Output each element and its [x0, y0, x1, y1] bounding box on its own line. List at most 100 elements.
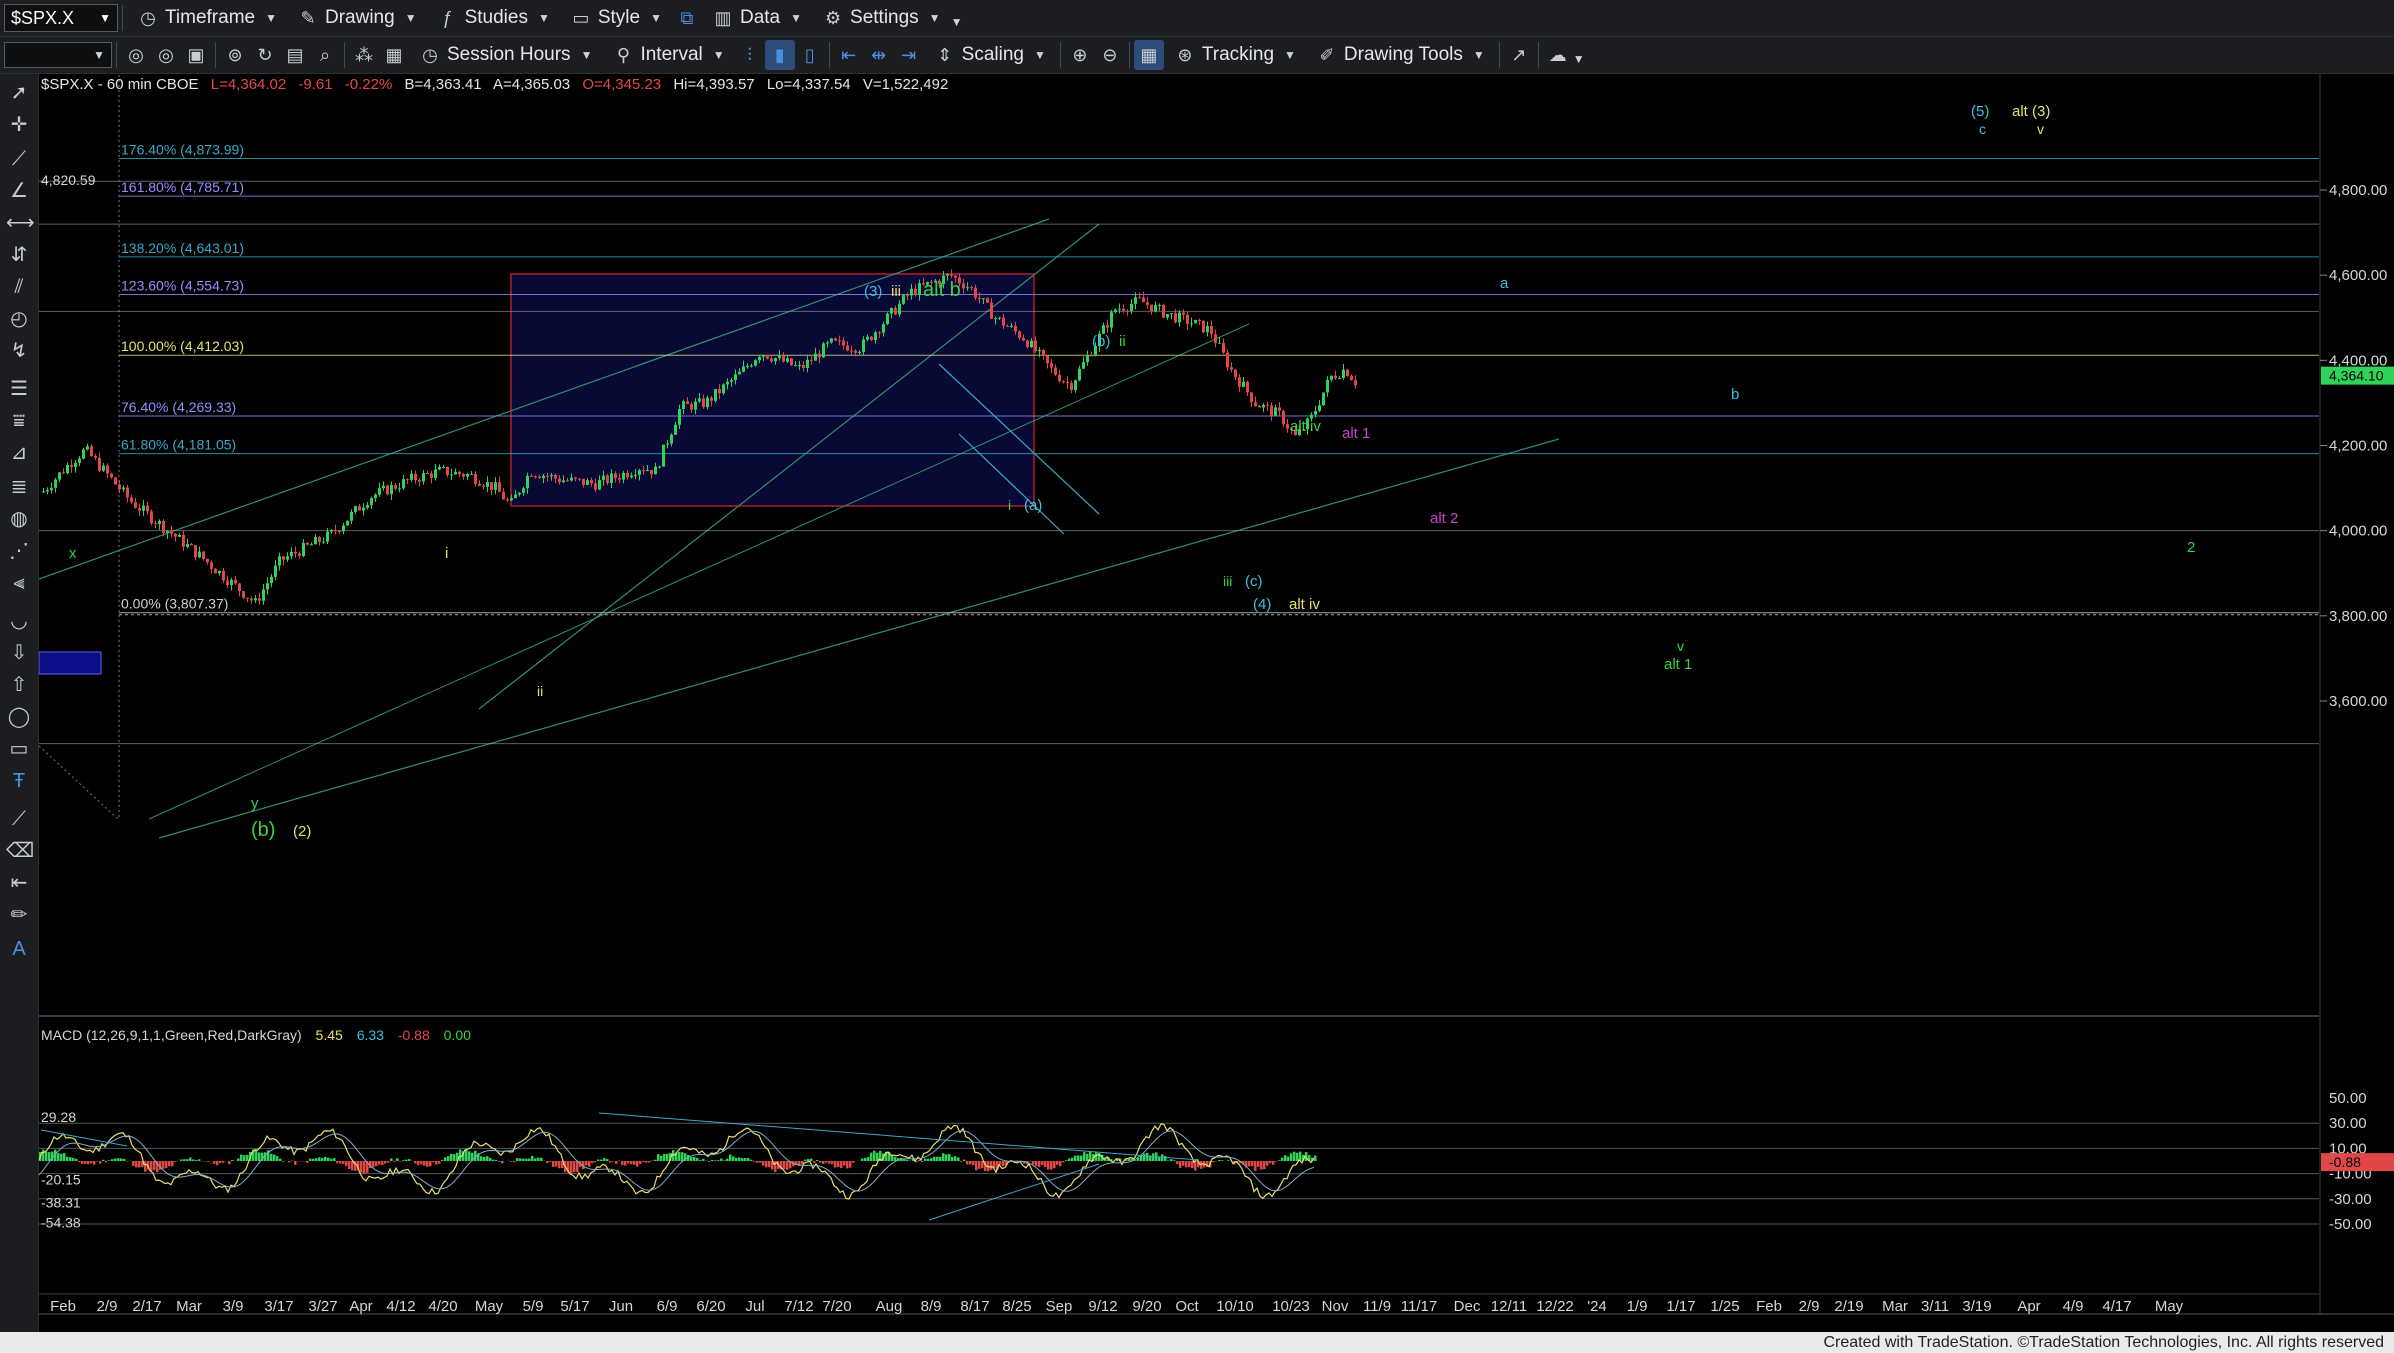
highlighter-tool-icon[interactable]: ✏ [6, 902, 32, 928]
fib-extension-tool-icon[interactable]: ⩸ [6, 408, 32, 434]
small-box-drawing[interactable] [39, 651, 102, 675]
candle-body [750, 365, 753, 367]
save-button[interactable]: ▤ [280, 40, 310, 70]
regression-tool-icon[interactable]: ↯ [6, 338, 32, 364]
erase-tool-icon[interactable]: ⌫ [6, 838, 34, 864]
candle-body [354, 506, 357, 512]
window-button[interactable]: ▣ [181, 40, 211, 70]
link-button[interactable]: ⊚ [220, 40, 250, 70]
timeframe-menu[interactable]: ◷ Timeframe ▼ [127, 3, 287, 33]
chart-area[interactable]: $SPX.X - 60 min CBOE L=4,364.02 -9.61 -0… [39, 74, 2394, 1332]
session-hours-menu[interactable]: ◷ Session Hours ▼ [409, 40, 602, 70]
search-button[interactable]: ⌕ [310, 40, 340, 70]
drawing-tools-menu[interactable]: ✐ Drawing Tools ▼ [1306, 40, 1495, 70]
zoom-out-button[interactable]: ⊖ [1095, 40, 1125, 70]
candle-body [374, 494, 377, 499]
candle-body [490, 481, 493, 491]
zoom-reset-button[interactable]: ◎ [121, 40, 151, 70]
link-selector[interactable]: ▼ [4, 42, 112, 68]
macd-histogram-bar [135, 1161, 138, 1168]
macd-histogram-bar [936, 1156, 939, 1161]
hollow-candle-button[interactable]: ▯ [795, 40, 825, 70]
crosshair-tool-icon[interactable]: ✛ [6, 112, 32, 138]
drawing-menu[interactable]: ✎ Drawing ▼ [287, 3, 427, 33]
macd-histogram-bar [972, 1161, 975, 1166]
trendline-tool-icon[interactable]: ⟋ [6, 146, 32, 172]
tracking-menu[interactable]: ⊛ Tracking ▼ [1164, 40, 1306, 70]
levels-tool-icon[interactable]: ≣ [6, 474, 32, 500]
candle-body [1342, 369, 1345, 378]
compress-button[interactable]: ⇹ [864, 40, 894, 70]
scroll-left-button[interactable]: ⇤ [834, 40, 864, 70]
grid-button[interactable]: ▦ [1133, 40, 1164, 70]
wave-label: i [1008, 497, 1011, 513]
data-menu[interactable]: ▥ Data ▼ [702, 3, 812, 33]
candle-body [106, 465, 109, 474]
overflow-caret-icon[interactable]: ▼ [951, 15, 963, 29]
speed-lines-tool-icon[interactable]: ◴ [6, 306, 32, 332]
pitchfork-tool-icon[interactable]: ⫷ [6, 570, 32, 596]
arc-tool-icon[interactable]: ◡ [6, 608, 32, 634]
studies-menu[interactable]: ƒ Studies ▼ [427, 3, 560, 33]
time-axis-label: 4/17 [2102, 1298, 2131, 1315]
macd-histogram-bar [330, 1158, 333, 1161]
time-axis-label: Feb [50, 1298, 76, 1315]
cycle-tool-icon[interactable]: ◍ [6, 506, 32, 532]
macd-histogram-bar [657, 1154, 660, 1161]
time-axis-label: Aug [876, 1298, 903, 1315]
candle-body [726, 381, 729, 385]
macd-histogram-bar [453, 1154, 456, 1161]
caret-down-icon[interactable]: ▼ [1573, 52, 1585, 66]
time-axis-label: May [475, 1298, 504, 1315]
interval-menu[interactable]: ⚲ Interval ▼ [602, 40, 734, 70]
line-tool-icon[interactable]: ⟋ [6, 806, 32, 832]
macd-histogram-bar [591, 1161, 594, 1164]
macd-histogram-bar [1263, 1161, 1266, 1170]
zoom-toggle-button[interactable]: ◎ [151, 40, 181, 70]
scaling-menu[interactable]: ⇕ Scaling ▼ [924, 40, 1056, 70]
ray-tool-icon[interactable]: ∠ [6, 178, 32, 204]
rectangle-tool-icon[interactable]: ▭ [6, 736, 32, 762]
highlight-box[interactable] [510, 273, 1035, 507]
macd-histogram-bar [1287, 1156, 1290, 1161]
fibonacci-tool-icon[interactable]: ☰ [6, 376, 32, 402]
wave-label: (b) [1092, 333, 1110, 350]
andrews-tool-icon[interactable]: ⋰ [6, 538, 32, 564]
pointer-tool-icon[interactable]: ➚ [6, 80, 32, 106]
candle-body [302, 542, 305, 557]
symbol-input[interactable]: $SPX.X ▼ [4, 4, 118, 32]
candle-body [646, 470, 649, 472]
arrow-up-tool-icon[interactable]: ⇧ [6, 672, 32, 698]
candle-body [422, 472, 425, 482]
settings-menu[interactable]: ⚙ Settings ▼ [812, 3, 951, 33]
macd-histogram-bar [405, 1159, 408, 1161]
horizontal-line-tool-icon[interactable]: ⟷ [6, 210, 35, 236]
refresh-button[interactable]: ↻ [250, 40, 280, 70]
export-button[interactable]: ↗ [1504, 40, 1534, 70]
refresh-icon: ↻ [257, 45, 273, 65]
bar-chart-button[interactable]: ⫶ [735, 40, 765, 70]
zoom-in-button[interactable]: ⊕ [1065, 40, 1095, 70]
macd-histogram-bar [546, 1161, 549, 1164]
candle-body [266, 583, 269, 590]
chat-button[interactable]: ☁ [1543, 40, 1573, 70]
format-button[interactable]: ▦ [379, 40, 409, 70]
macd-histogram-bar [873, 1150, 876, 1161]
arrow-down-tool-icon[interactable]: ⇩ [6, 640, 32, 666]
gann-tool-icon[interactable]: ⊿ [6, 440, 32, 466]
candlestick-button[interactable]: ▮ [764, 40, 795, 70]
candle-body [850, 350, 853, 352]
text-tool-icon[interactable]: Ŧ [6, 768, 32, 794]
style-menu[interactable]: ▭ Style ▼ [560, 3, 672, 33]
expand-button[interactable]: ⇥ [894, 40, 924, 70]
ellipse-tool-icon[interactable]: ◯ [6, 704, 32, 730]
macd-histogram-bar [723, 1160, 726, 1161]
channel-tool-icon[interactable]: ⫽ [6, 274, 32, 300]
macd-histogram-bar [807, 1158, 810, 1161]
layout-toggle-button[interactable]: ⧉ [672, 3, 702, 33]
annotation-tool-icon[interactable]: A [6, 936, 32, 962]
vertical-line-tool-icon[interactable]: ⇵ [6, 242, 32, 268]
range-tool-icon[interactable]: ⇤ [6, 870, 32, 896]
analysis-button[interactable]: ⁂ [349, 40, 379, 70]
macd-histogram-bar [468, 1151, 471, 1161]
